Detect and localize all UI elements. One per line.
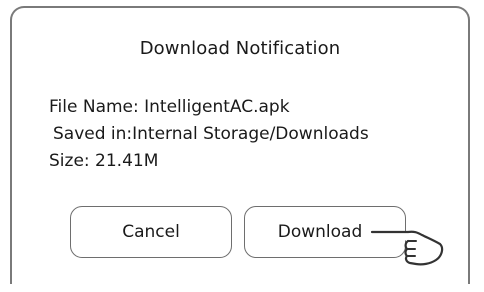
tapping-hand-icon [370,230,444,266]
file-name-text: File Name: IntelligentAC.apk [49,97,290,117]
cancel-button[interactable]: Cancel [70,206,232,258]
file-size-text: Size: 21.41M [49,151,159,171]
saved-location-text: Saved in:Internal Storage/Downloads [53,124,369,144]
dialog-title: Download Notification [139,38,341,59]
file-info: File Name: IntelligentAC.apk Saved in:In… [49,94,369,175]
